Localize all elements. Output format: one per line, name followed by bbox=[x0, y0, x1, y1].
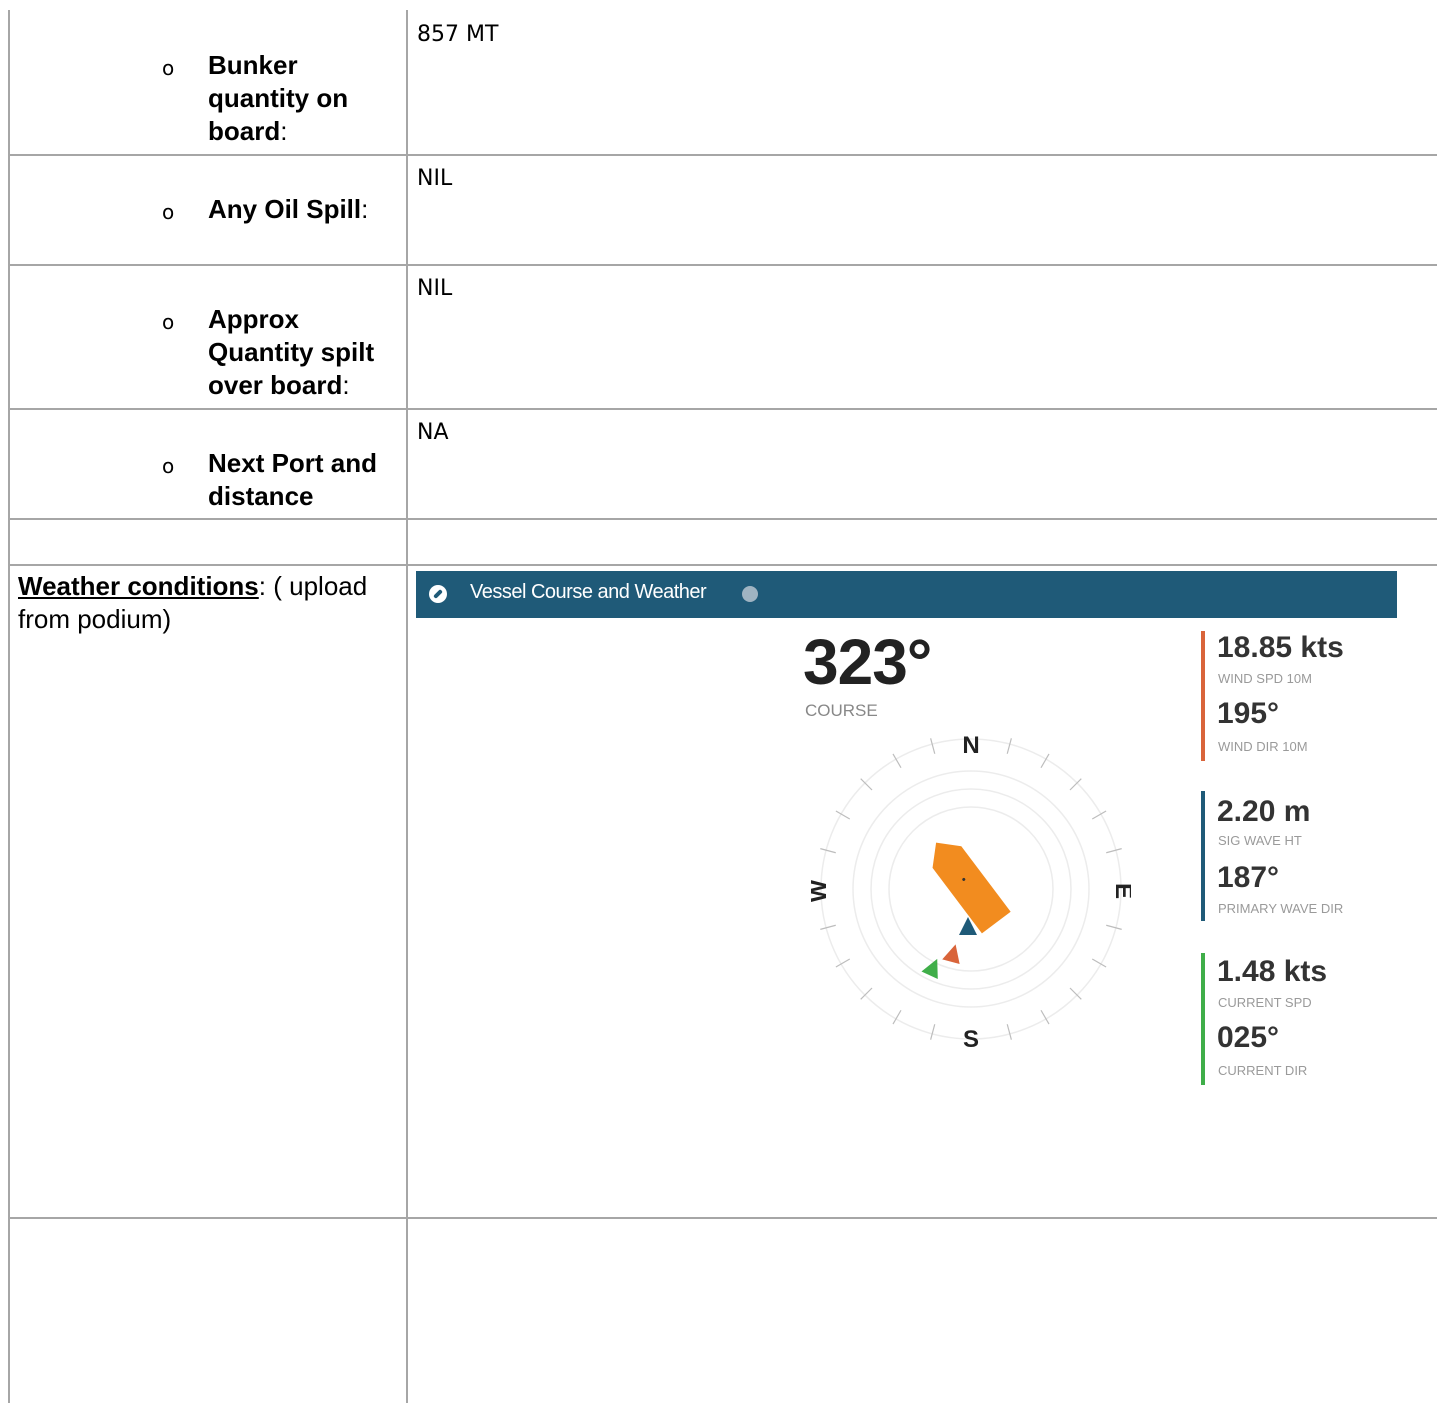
row-value-bunker: 857 MT bbox=[417, 22, 499, 47]
list-bullet: o bbox=[162, 310, 175, 334]
compass-west-label: W bbox=[811, 879, 832, 902]
compass-north-label: N bbox=[962, 732, 979, 759]
compass-tick bbox=[820, 924, 836, 930]
info-icon[interactable] bbox=[742, 586, 758, 602]
compass-east-label: E bbox=[1110, 883, 1131, 899]
compass-tick bbox=[860, 778, 873, 791]
wind-speed-value: 18.85 kts bbox=[1217, 631, 1344, 664]
current-direction-label: CURRENT DIR bbox=[1218, 1063, 1308, 1078]
wave-height-label: SIG WAVE HT bbox=[1218, 833, 1302, 848]
list-bullet: o bbox=[162, 454, 175, 478]
wind-direction-value: 195° bbox=[1217, 697, 1280, 730]
wave-direction-value: 187° bbox=[1217, 861, 1280, 894]
compass-tick bbox=[1069, 778, 1082, 791]
compass-tick bbox=[1006, 1024, 1012, 1040]
vessel-weather-widget: Vessel Course and Weather 323° COURSE N … bbox=[416, 571, 1397, 1101]
vessel-hull bbox=[932, 842, 1011, 934]
wind-direction-label: WIND DIR 10M bbox=[1218, 739, 1308, 754]
compass-icon bbox=[429, 585, 447, 603]
course-value: 323° bbox=[803, 626, 932, 698]
wave-height-value: 2.20 m bbox=[1217, 795, 1311, 828]
compass-tick bbox=[1106, 848, 1122, 854]
current-speed-value: 1.48 kts bbox=[1217, 955, 1328, 988]
current-speed-label: CURRENT SPD bbox=[1218, 995, 1312, 1010]
wave-color-bar bbox=[1201, 791, 1205, 921]
compass-south-label: S bbox=[963, 1026, 979, 1049]
row-label-bunker: Bunker quantity on board: bbox=[208, 50, 349, 146]
wave-direction-label: PRIMARY WAVE DIR bbox=[1218, 901, 1344, 916]
table-border-left bbox=[8, 10, 10, 1403]
weather-conditions-label: Weather conditions: ( upload from podium… bbox=[18, 571, 368, 634]
wind-speed-label: WIND SPD 10M bbox=[1218, 671, 1312, 686]
list-bullet: o bbox=[162, 56, 175, 80]
row-divider bbox=[8, 518, 1437, 520]
row-value-next-port: NA bbox=[417, 420, 449, 445]
vessel-icon bbox=[932, 842, 1011, 934]
row-label-next-port: Next Port and distance bbox=[208, 448, 378, 511]
compass-tick bbox=[930, 1024, 936, 1040]
widget-title: Vessel Course and Weather bbox=[470, 581, 707, 603]
compass-tick bbox=[1106, 924, 1122, 930]
current-direction-marker bbox=[921, 958, 938, 980]
compass-tick bbox=[1006, 738, 1012, 754]
row-divider bbox=[8, 154, 1437, 156]
wind-color-bar bbox=[1201, 631, 1205, 761]
compass-tick bbox=[930, 738, 936, 754]
compass-tick bbox=[860, 987, 873, 1000]
current-color-bar bbox=[1201, 953, 1205, 1085]
row-divider bbox=[8, 264, 1437, 266]
compass-tick bbox=[820, 848, 836, 854]
row-label-oil-spill: Any Oil Spill: bbox=[208, 194, 369, 224]
row-value-oil-spill: NIL bbox=[417, 166, 453, 191]
compass-tick bbox=[1069, 987, 1082, 1000]
list-bullet: o bbox=[162, 200, 175, 224]
row-value-quantity-spilt: NIL bbox=[417, 276, 453, 301]
course-label: COURSE bbox=[805, 701, 878, 720]
row-divider bbox=[8, 408, 1437, 410]
wind-direction-marker bbox=[942, 944, 960, 965]
row-label-quantity-spilt: Approx Quantity spilt over board: bbox=[208, 304, 375, 400]
row-divider bbox=[8, 564, 1437, 566]
current-direction-value: 025° bbox=[1217, 1021, 1280, 1054]
compass-rose: N S E W bbox=[811, 732, 1131, 1049]
table-column-divider bbox=[406, 10, 408, 1403]
widget-header: Vessel Course and Weather bbox=[416, 571, 1397, 618]
row-divider bbox=[8, 1217, 1437, 1219]
